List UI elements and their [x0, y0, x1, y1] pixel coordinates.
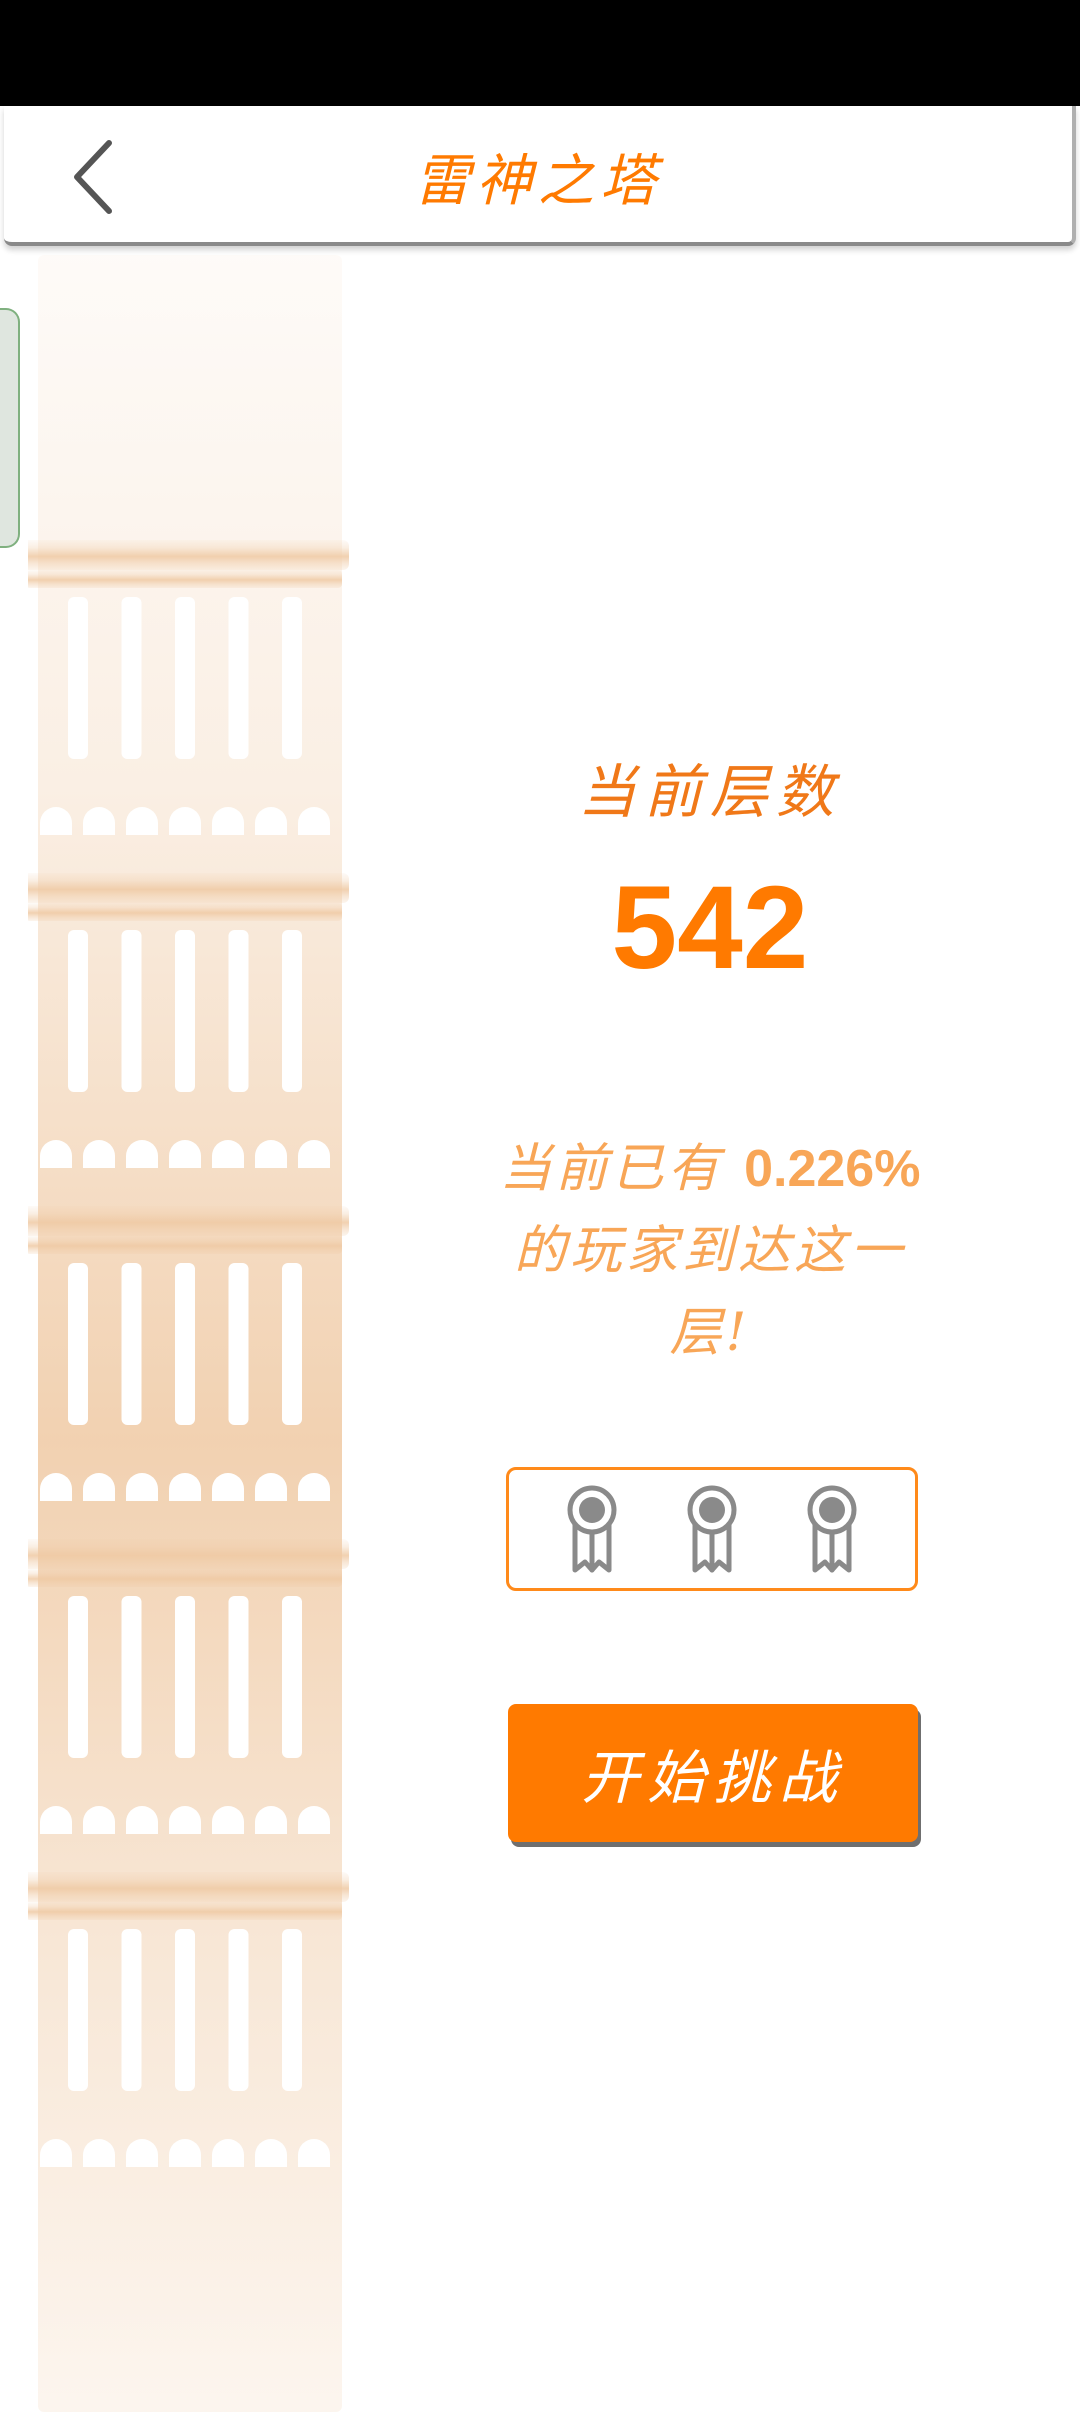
back-button[interactable]: [54, 132, 134, 222]
page-title: 雷神之塔: [414, 148, 662, 214]
tower-window: [282, 1263, 302, 1425]
start-challenge-button[interactable]: 开始挑战: [508, 1704, 918, 1842]
medal-icon: [567, 1485, 617, 1573]
current-floor-label: 当前层数: [577, 758, 842, 826]
tower-window: [68, 1596, 88, 1758]
tower-window: [121, 1929, 142, 2091]
tower-window: [228, 1596, 249, 1758]
tower-window: [175, 1596, 195, 1758]
tower-window: [175, 597, 195, 759]
tower-ledge: [28, 540, 349, 570]
tower-window: [121, 597, 142, 759]
tower-window: [175, 1263, 195, 1425]
tower-window: [121, 1596, 142, 1758]
tower-window: [175, 930, 195, 1092]
chevron-left-icon: [74, 140, 112, 214]
tower-window: [282, 597, 302, 759]
tower-window: [68, 1263, 88, 1425]
tower-window: [228, 930, 249, 1092]
tower-window: [121, 930, 142, 1092]
tower-ledge-base: [28, 903, 342, 921]
tower-window: [121, 1263, 142, 1425]
app-bar: 雷神之塔: [4, 106, 1076, 246]
tower-window: [68, 1929, 88, 2091]
player-percentage-text: 当前已有 0.226% 的玩家到达这一层!: [480, 1128, 940, 1374]
tower-ledge-base: [28, 1902, 342, 1920]
status-bar: [0, 0, 1080, 106]
tower-window: [282, 1596, 302, 1758]
current-floor-number: 542: [611, 862, 809, 994]
tower-illustration: [28, 255, 349, 2412]
side-drawer-handle[interactable]: [0, 308, 20, 548]
tower-ledge: [28, 1872, 349, 1902]
tower-window: [228, 1263, 249, 1425]
tower-window: [68, 597, 88, 759]
tower-ledge: [28, 873, 349, 903]
tower-ledge: [28, 1206, 349, 1236]
stat-suffix: 的玩家到达这一层!: [513, 1221, 906, 1363]
stat-prefix: 当前已有: [499, 1139, 745, 1199]
medal-icon: [687, 1485, 737, 1573]
tower-ledge-base: [28, 570, 342, 588]
tower-window: [282, 1929, 302, 2091]
tower-window: [175, 1929, 195, 2091]
tower-ledge-base: [28, 1569, 342, 1587]
tower-window: [228, 597, 249, 759]
stat-percent: 0.226%: [744, 1140, 921, 1198]
medal-box: [506, 1467, 918, 1591]
medal-icon: [807, 1485, 857, 1573]
tower-ledge-base: [28, 1236, 342, 1254]
tower-ledge: [28, 1539, 349, 1569]
tower-window: [282, 930, 302, 1092]
tower-window: [68, 930, 88, 1092]
tower-window: [228, 1929, 249, 2091]
